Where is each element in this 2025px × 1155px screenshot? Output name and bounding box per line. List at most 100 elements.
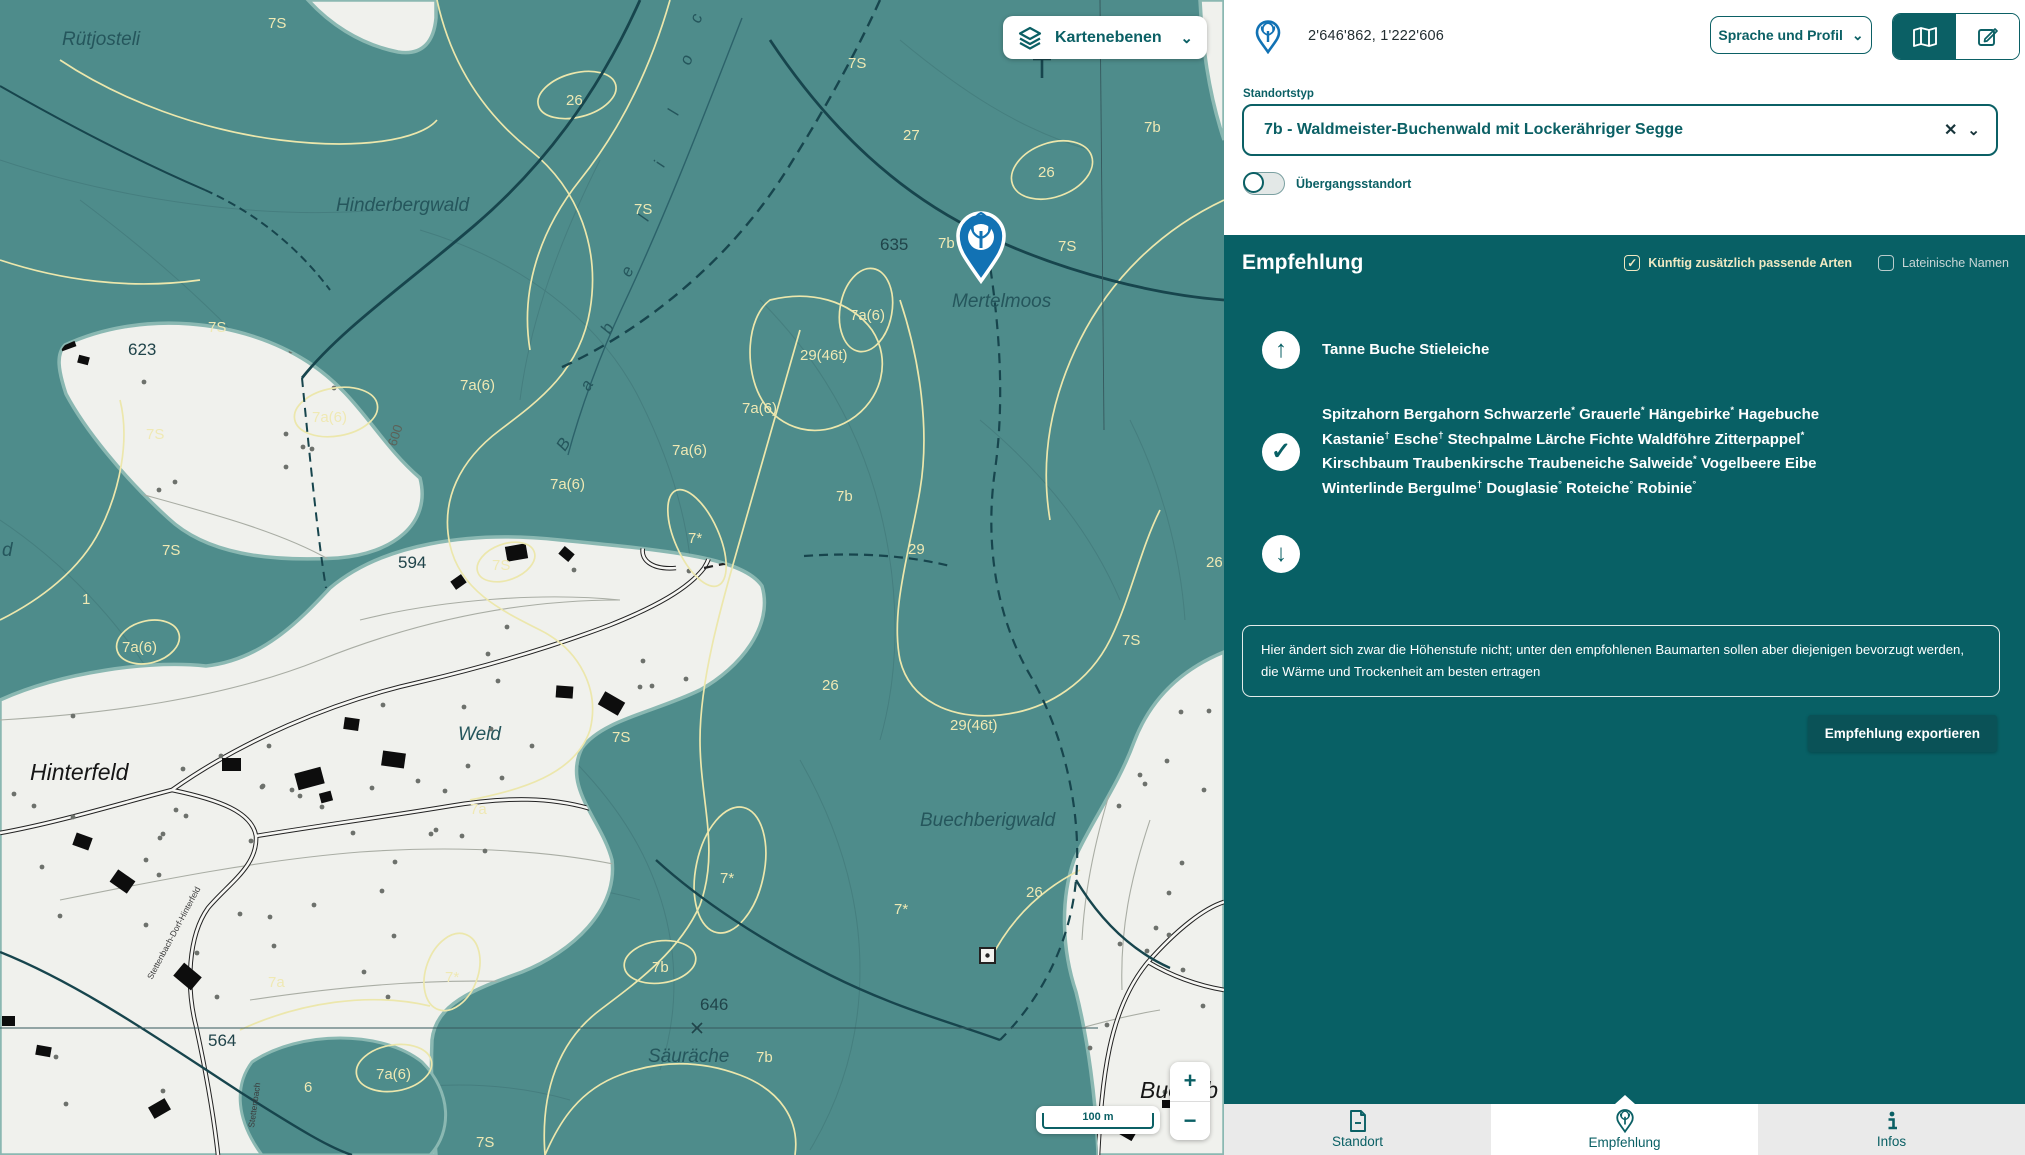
language-profile-label: Sprache und Profil [1718,27,1842,43]
tree-dot [650,684,655,689]
tree-dot [320,805,325,810]
tree-dot [1145,949,1150,954]
species-name: Winterlinde [1322,480,1404,497]
language-profile-button[interactable]: Sprache und Profil ⌄ [1710,16,1872,54]
species-name: Salweide [1629,455,1693,472]
latin-names-checkbox-group[interactable]: Lateinische Namen [1878,255,2009,271]
tree-dot [1167,891,1172,896]
species-name: Vogelbeere [1701,455,1781,472]
tree-dot [500,776,505,781]
zoom-out-button[interactable]: − [1170,1102,1210,1141]
site-type-label: Standortstyp [1243,88,1314,100]
tree-dot [215,995,220,1000]
species-marker: * [1801,430,1805,441]
map-label: 7S [1058,238,1076,255]
recommendation-note: Hier ändert sich zwar die Höhenstufe nic… [1242,625,2000,697]
tree-dot [572,568,577,573]
clear-icon[interactable]: ✕ [1934,120,1967,140]
edit-view-button[interactable] [1956,14,2019,59]
species-marker: † [1438,430,1443,441]
building [222,758,241,771]
tree-dot [249,839,254,844]
recommendation-header: Empfehlung ✓ Künftig zusätzlich passende… [1242,251,2009,275]
tab-empfehlung[interactable]: Empfehlung [1491,1104,1758,1155]
transition-site-row: Übergangsstandort [1243,172,1411,195]
map-label: 7S [848,55,866,72]
transition-site-toggle[interactable] [1243,172,1285,195]
building [2,1016,15,1026]
treeapp-screen: { "header": { "coordinates": "2'646'862,… [0,0,2025,1155]
map-label: 7b [756,1049,773,1066]
future-species-label: Künftig zusätzlich passende Arten [1648,256,1852,270]
species-name: Hagebuche [1738,406,1819,423]
species-marker: ° [1629,479,1633,490]
species-marker: ° [1558,479,1562,490]
tree-dot [144,923,149,928]
tree-dot [638,685,643,690]
checkbox-checked-icon[interactable]: ✓ [1624,255,1640,271]
species-name: Bergulme [1408,480,1477,497]
side-panel: 2'646'862, 1'222'606 Sprache und Profil … [1224,0,2025,1155]
site-type-select[interactable]: 7b - Waldmeister-Buchenwald mit Lockeräh… [1242,104,1998,156]
map-pane[interactable]: 7S267S277b267S7S7b7a(6)29(46t)7a(6)7a(6)… [0,0,1224,1155]
map-view-button[interactable] [1893,14,1956,59]
tree-dot [684,677,689,682]
zoom-in-button[interactable]: + [1170,1062,1210,1101]
map-scale-bar: 100 m [1036,1106,1160,1134]
forest-island [240,1038,445,1155]
export-recommendation-button[interactable]: Empfehlung exportieren [1808,715,1997,752]
panel-header: 2'646'862, 1'222'606 Sprache und Profil … [1224,0,2025,235]
map-label: Hinterfeld [30,759,130,785]
map-label: 7S [162,542,180,559]
topographic-map[interactable]: 7S267S277b267S7S7b7a(6)29(46t)7a(6)7a(6)… [0,0,1224,1155]
building [343,717,360,731]
tree-dot [1154,926,1159,931]
export-row: Empfehlung exportieren [1808,715,1997,752]
tree-dot [496,679,501,684]
tree-dot [380,889,385,894]
edit-pencil-icon [1977,26,1999,48]
species-name: Hängebirke [1649,406,1731,423]
species-name: Schwarzerle [1484,406,1572,423]
map-zoom-control[interactable]: + − [1170,1062,1210,1140]
map-label: 7a(6) [672,442,707,459]
layers-icon [1017,25,1043,51]
tab-standort[interactable]: Standort [1224,1104,1491,1155]
tree-dot [58,914,63,919]
map-label: 7a(6) [850,307,885,324]
site-type-value: 7b - Waldmeister-Buchenwald mit Lockeräh… [1264,121,1934,139]
map-label: 27 [903,127,920,144]
tree-dot [434,828,439,833]
species-marker: † [1385,430,1390,441]
tree-dot [1138,773,1143,778]
tree-dot [483,849,488,854]
species-name: Grauerle [1579,406,1641,423]
tree-dot [157,873,162,878]
chevron-down-icon: ⌄ [1180,29,1193,47]
tree-dot [184,814,189,819]
tree-dot [462,705,467,710]
tree-dot [486,652,491,657]
tree-dot [460,834,465,839]
map-icon [1912,26,1938,48]
species-marker: ° [1692,479,1696,490]
map-label: 7a(6) [460,377,495,394]
species-row-demoted: ↓ [1262,535,1985,573]
tree-dot [443,789,448,794]
map-label: 7S [208,319,226,336]
header-row: 2'646'862, 1'222'606 Sprache und Profil … [1224,0,2025,72]
tree-dot [161,1089,166,1094]
tree-dot [157,488,162,493]
tab-infos[interactable]: Infos [1758,1104,2025,1155]
map-label: 26 [1206,554,1223,571]
view-switcher [1892,13,2020,60]
checkbox-unchecked-icon[interactable] [1878,255,1894,271]
map-label: 7b [1144,119,1161,136]
map-label: 7S [476,1134,494,1151]
tree-dot [312,903,317,908]
future-species-checkbox-group[interactable]: ✓ Künftig zusätzlich passende Arten [1624,255,1852,271]
map-label: 7b [938,235,955,252]
map-layers-button[interactable]: Kartenebenen ⌄ [1003,16,1207,59]
chevron-down-icon: ⌄ [1967,121,1980,139]
tree-dot [1167,933,1172,938]
